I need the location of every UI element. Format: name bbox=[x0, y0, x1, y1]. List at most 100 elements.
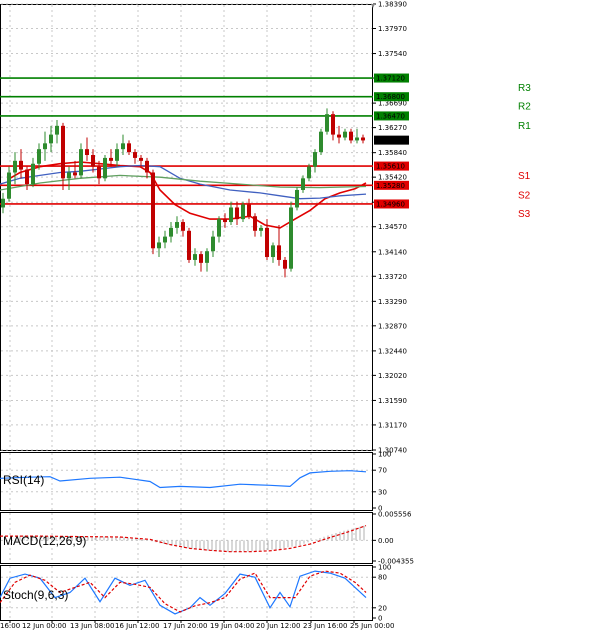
candle-body bbox=[103, 157, 107, 179]
y-tick-label: 1.31590 bbox=[378, 397, 407, 405]
candle-body bbox=[349, 131, 353, 141]
level-price-label: 1.36800 bbox=[376, 93, 405, 101]
candle-body bbox=[139, 157, 143, 161]
candle-body bbox=[271, 245, 275, 258]
y-tick-label: 1.32020 bbox=[378, 372, 407, 380]
candle-body bbox=[235, 207, 239, 220]
indicator-tick-label: 20 bbox=[378, 604, 387, 612]
candle-body bbox=[109, 157, 113, 161]
x-tick-label: 12 Jun 00:00 bbox=[22, 622, 66, 630]
indicator-tick-label: 70 bbox=[378, 467, 387, 475]
candle-body bbox=[19, 160, 23, 170]
candle-body bbox=[13, 160, 17, 173]
candle-body bbox=[265, 227, 269, 258]
candle-body bbox=[67, 172, 71, 179]
candle-body bbox=[49, 134, 53, 144]
candle-body bbox=[121, 143, 125, 150]
current-price-label: 1.36055 bbox=[376, 137, 405, 145]
candle-body bbox=[247, 204, 251, 217]
y-tick-label: 1.36270 bbox=[378, 124, 407, 132]
candle-body bbox=[283, 259, 287, 269]
candle-body bbox=[181, 222, 185, 231]
level-name-s3: S3 bbox=[518, 209, 531, 220]
candle-body bbox=[277, 245, 281, 260]
candle-body bbox=[7, 172, 11, 199]
candle-body bbox=[97, 166, 101, 179]
forex-chart: 1.383901.379701.375401.371201.366901.362… bbox=[0, 1, 531, 630]
candle-body bbox=[253, 216, 257, 231]
candle-body bbox=[319, 131, 323, 153]
candle-body bbox=[175, 222, 179, 228]
y-tick-label: 1.34140 bbox=[378, 248, 407, 256]
candle-body bbox=[301, 178, 305, 190]
x-tick-label: 20 Jun 12:00 bbox=[256, 622, 300, 630]
y-tick-label: 1.34570 bbox=[378, 223, 407, 231]
level-name-r1: R1 bbox=[518, 121, 531, 132]
indicator-label: MACD(12,26,9) bbox=[3, 534, 86, 548]
level-price-label: 1.34960 bbox=[376, 200, 405, 208]
y-tick-label: 1.31170 bbox=[378, 421, 407, 429]
candle-body bbox=[199, 254, 203, 263]
candle-body bbox=[43, 143, 47, 150]
x-tick-label: 16:00 bbox=[0, 622, 20, 630]
y-tick-label: 1.33720 bbox=[378, 273, 407, 281]
candle-body bbox=[1, 198, 5, 208]
y-tick-label: 1.37540 bbox=[378, 50, 407, 58]
candle-body bbox=[115, 149, 119, 161]
candle-body bbox=[163, 236, 167, 243]
level-name-r2: R2 bbox=[518, 102, 531, 113]
x-tick-label: 13 Jun 08:00 bbox=[70, 622, 114, 630]
candle-body bbox=[157, 242, 161, 249]
candle-body bbox=[25, 169, 29, 185]
candle-body bbox=[151, 172, 155, 249]
y-tick-label: 1.32870 bbox=[378, 322, 407, 330]
indicator-tick-label: 30 bbox=[378, 488, 387, 496]
level-price-label: 1.36470 bbox=[376, 112, 405, 120]
candle-body bbox=[79, 149, 83, 176]
main-plot-frame bbox=[0, 4, 373, 451]
candle-body bbox=[307, 166, 311, 179]
y-tick-label: 1.37970 bbox=[378, 25, 407, 33]
candle-body bbox=[289, 207, 293, 269]
candle-body bbox=[343, 131, 347, 138]
indicator-tick-label: 0.005556 bbox=[378, 511, 412, 519]
y-tick-label: 1.32440 bbox=[378, 347, 407, 355]
indicator-label: Stoch(9,6,3) bbox=[3, 588, 68, 602]
level-name-s1: S1 bbox=[518, 171, 531, 182]
indicator-tick-label: 100 bbox=[378, 451, 391, 459]
candle-body bbox=[313, 152, 317, 167]
x-tick-label: 16 Jun 12:00 bbox=[115, 622, 159, 630]
candle-body bbox=[133, 152, 137, 158]
candle-body bbox=[241, 204, 245, 220]
indicator-tick-label: 80 bbox=[378, 574, 387, 582]
y-tick-label: 1.38390 bbox=[378, 1, 407, 9]
x-tick-label: 25 Jun 00:00 bbox=[350, 622, 394, 630]
x-tick-label: 19 Jun 04:00 bbox=[210, 622, 254, 630]
candle-body bbox=[361, 137, 365, 141]
candle-body bbox=[61, 125, 65, 179]
candle-body bbox=[211, 236, 215, 252]
level-name-r3: R3 bbox=[518, 83, 531, 94]
candle-body bbox=[91, 154, 95, 167]
candle-body bbox=[259, 227, 263, 231]
indicator-tick-label: 0 bbox=[378, 615, 382, 623]
indicator-panel-frame-1 bbox=[0, 452, 373, 511]
candle-body bbox=[295, 189, 299, 208]
candle-body bbox=[187, 230, 191, 260]
indicator-tick-label: 100 bbox=[378, 564, 391, 572]
candle-body bbox=[73, 172, 77, 176]
level-price-label: 1.35280 bbox=[376, 182, 405, 190]
candle-body bbox=[355, 137, 359, 141]
candle-body bbox=[127, 143, 131, 153]
candle-body bbox=[145, 160, 149, 173]
level-price-label: 1.35610 bbox=[376, 163, 405, 171]
y-tick-label: 1.33290 bbox=[378, 298, 407, 306]
y-tick-label: 1.35420 bbox=[378, 174, 407, 182]
x-tick-label: 23 Jun 16:00 bbox=[303, 622, 347, 630]
level-name-s2: S2 bbox=[518, 190, 531, 201]
candle-body bbox=[55, 125, 59, 135]
indicator-tick-label: 0.00 bbox=[378, 537, 394, 545]
candle-body bbox=[169, 227, 173, 237]
candle-body bbox=[31, 163, 35, 185]
candle-body bbox=[223, 219, 227, 223]
